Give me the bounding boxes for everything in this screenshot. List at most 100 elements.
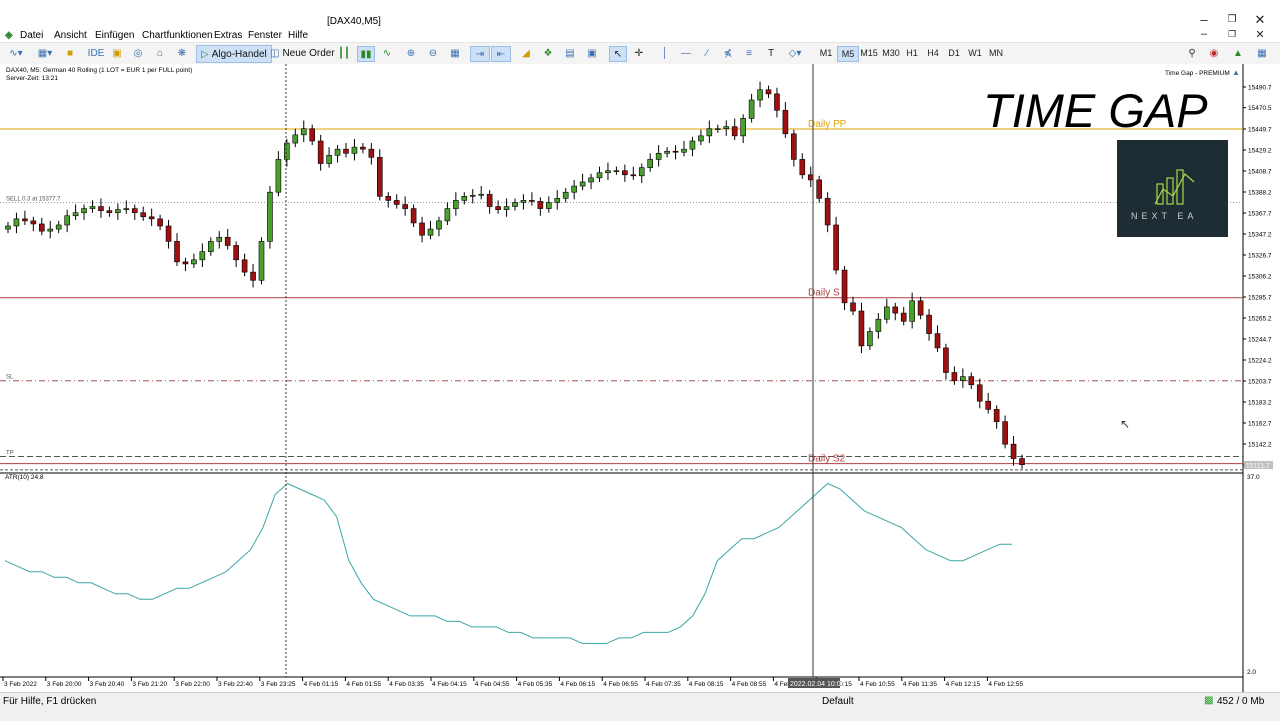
text-icon[interactable]: T: [763, 46, 779, 60]
line-chart-icon[interactable]: ∿: [379, 46, 395, 60]
time-tick-label: 4 Feb 07:35: [646, 681, 681, 688]
minimize-icon[interactable]: –: [1194, 12, 1214, 27]
price-tick-label: 15490.7: [1248, 85, 1272, 92]
price-tick-label: 15470.5: [1248, 105, 1272, 112]
candle: [816, 175, 823, 203]
notifications-icon[interactable]: ◉: [1205, 46, 1223, 60]
time-tick-label: 4 Feb 12:15: [946, 681, 981, 688]
crosshair-icon[interactable]: ✛: [631, 46, 647, 60]
daily-pp-label: Daily PP: [808, 119, 847, 130]
time-tick-label: 4 Feb 06:55: [603, 681, 638, 688]
objects-icon[interactable]: ❖: [540, 46, 556, 60]
algo-trading-button[interactable]: ▷ Algo-Handel: [196, 45, 272, 63]
window-title: [DAX40,M5]: [327, 16, 381, 27]
menu-fenster[interactable]: Fenster: [248, 30, 282, 41]
price-tick-label: 15367.7: [1248, 211, 1272, 218]
candle: [258, 237, 265, 285]
daily-s2-label: Daily S2: [808, 454, 846, 465]
chart-shift-icon[interactable]: ⇤: [491, 46, 511, 62]
vps-icon[interactable]: ❋: [174, 46, 190, 60]
time-tick-label: 3 Feb 2022: [4, 681, 37, 688]
tf-h4[interactable]: H4: [923, 46, 943, 60]
screenshot-icon[interactable]: ▣: [584, 46, 600, 60]
time-tick-label: 3 Feb 20:00: [47, 681, 82, 688]
cursor-icon[interactable]: ↖: [609, 46, 627, 62]
stop-loss-label: SL: [6, 375, 14, 381]
vertical-line-icon[interactable]: │: [657, 46, 673, 60]
order-icon: ◫: [270, 47, 280, 59]
ide-icon[interactable]: IDE: [88, 46, 105, 60]
new-order-button[interactable]: ◫ Neue Order: [266, 45, 339, 61]
time-tick-label: 4 Feb 08:55: [732, 681, 767, 688]
status-traffic: 452 / 0 Mb: [1217, 696, 1265, 707]
price-chart[interactable]: Daily PPSELL 0.3 at 15377.7Daily SSLTPDa…: [0, 64, 1280, 692]
restore-icon[interactable]: ❐: [1222, 14, 1242, 25]
price-tick-label: 15285.7: [1248, 295, 1272, 302]
lock-icon[interactable]: ▣: [110, 46, 124, 60]
chart-window[interactable]: Daily PP SELL 0.3 at 15377.7 Daily S SL TP Da…: [0, 64, 1280, 692]
price-tick-label: 15326.7: [1248, 253, 1272, 260]
account-icon[interactable]: ▦: [1254, 46, 1270, 60]
candle: [267, 186, 273, 249]
tf-m5[interactable]: M5: [837, 46, 859, 62]
trendline-icon[interactable]: ∕: [699, 46, 715, 60]
menu-einfuegen[interactable]: Einfügen: [95, 30, 134, 41]
menu-hilfe[interactable]: Hilfe: [288, 30, 308, 41]
price-tick-label: 15162.7: [1248, 421, 1272, 428]
menu-ansicht[interactable]: Ansicht: [54, 30, 87, 41]
horizontal-line-icon[interactable]: —: [678, 46, 694, 60]
tf-h1[interactable]: H1: [902, 46, 922, 60]
candle-chart-icon[interactable]: ▮▮: [357, 46, 375, 62]
price-tick-label: 15306.2: [1248, 274, 1272, 281]
chart-header: DAX40, M5: German 40 Rolling (1 LOT = EU…: [6, 67, 192, 74]
tf-mn[interactable]: MN: [986, 46, 1006, 60]
time-tick-label: 3 Feb 22:40: [218, 681, 253, 688]
grid-icon[interactable]: ▦: [447, 46, 463, 60]
child-minimize-icon[interactable]: –: [1194, 28, 1214, 40]
price-tick-label: 15203.7: [1248, 379, 1272, 386]
title-bar: [DAX40,M5] – ❐ ✕: [0, 0, 1280, 28]
chart-type-icon[interactable]: ∿▾: [6, 46, 26, 60]
tf-m30[interactable]: M30: [880, 46, 902, 60]
zoom-out-icon[interactable]: ⊖: [425, 46, 441, 60]
market-icon[interactable]: ⌂: [152, 46, 168, 60]
crosshair-time-label: 2022.02.04 10:05: [790, 681, 845, 688]
indicators-icon[interactable]: ◢: [518, 46, 534, 60]
bar-chart-icon[interactable]: ┃┃: [336, 46, 352, 60]
menu-extras[interactable]: Extras: [214, 30, 242, 41]
menu-datei[interactable]: Datei: [20, 30, 43, 41]
connection-icon: ▩: [1204, 695, 1214, 706]
fibonacci-icon[interactable]: ≡: [741, 46, 757, 60]
tf-m15[interactable]: M15: [858, 46, 880, 60]
shapes-icon[interactable]: ◇▾: [784, 46, 806, 60]
logo-text: NEXT EA: [1131, 211, 1197, 221]
time-tick-label: 4 Feb 11:35: [903, 681, 938, 688]
autoscroll-icon[interactable]: ⇥: [470, 46, 490, 62]
tf-w1[interactable]: W1: [965, 46, 985, 60]
template-icon[interactable]: ▦▾: [34, 46, 56, 60]
periods-icon[interactable]: ▤: [562, 46, 578, 60]
search-icon[interactable]: ⚲: [1184, 46, 1200, 60]
atr-label: ATR(10) 24.8: [5, 474, 44, 481]
chart-background: [0, 64, 1280, 692]
child-restore-icon[interactable]: ❐: [1222, 29, 1242, 40]
zoom-in-icon[interactable]: ⊕: [403, 46, 419, 60]
current-price-label: 15121.7: [1246, 463, 1270, 470]
tf-d1[interactable]: D1: [944, 46, 964, 60]
take-profit-label: TP: [6, 450, 14, 456]
price-tick-label: 15449.7: [1248, 127, 1272, 134]
price-tick-label: 15408.7: [1248, 169, 1272, 176]
signal-icon[interactable]: ◎: [130, 46, 146, 60]
channel-icon[interactable]: ⋠: [720, 46, 736, 60]
time-tick-label: 4 Feb 04:55: [475, 681, 510, 688]
close-icon[interactable]: ✕: [1250, 12, 1270, 28]
app-logo-icon: ◈: [5, 30, 13, 41]
tf-m1[interactable]: M1: [816, 46, 836, 60]
status-profile: Default: [822, 696, 854, 707]
menu-chartfunktionen[interactable]: Chartfunktionen: [142, 30, 213, 41]
market-watch-icon[interactable]: ■: [63, 46, 77, 60]
signal-strength-icon[interactable]: ▲: [1230, 46, 1246, 60]
child-close-icon[interactable]: ✕: [1250, 28, 1270, 41]
time-tick-label: 3 Feb 21:20: [132, 681, 167, 688]
price-tick-label: 15388.2: [1248, 190, 1272, 197]
